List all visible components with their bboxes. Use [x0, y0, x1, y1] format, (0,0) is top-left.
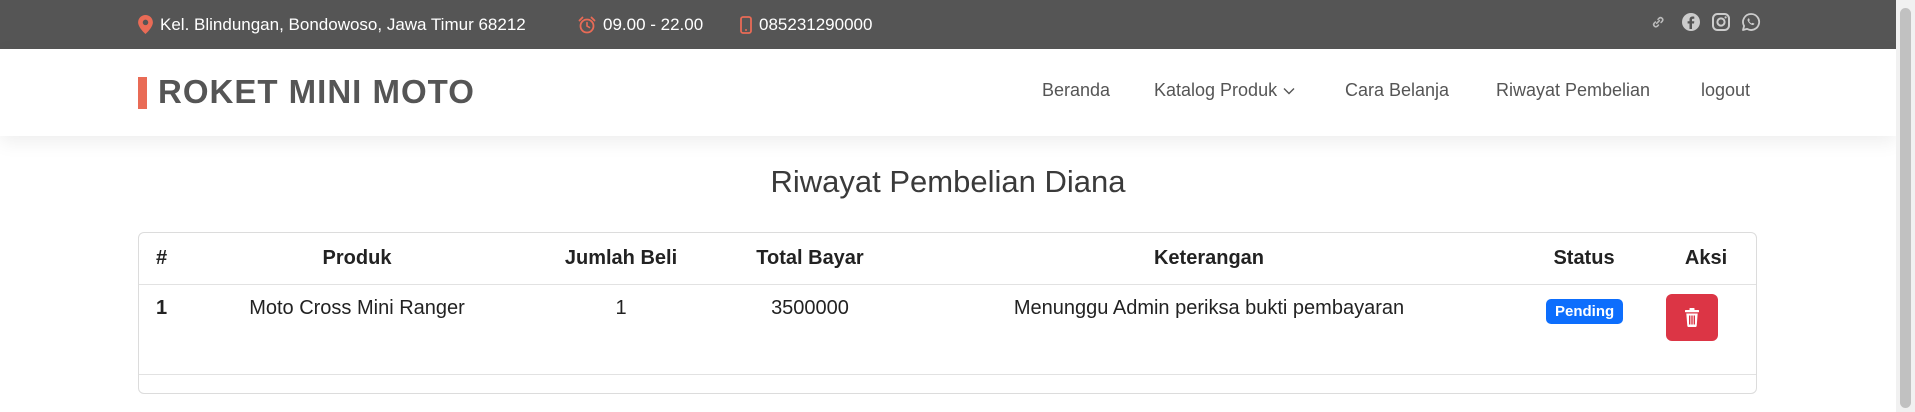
row-divider — [139, 374, 1756, 375]
column-header-jumlah-beli: Jumlah Beli — [564, 247, 678, 269]
address-text: Kel. Blindungan, Bondowoso, Jawa Timur 6… — [160, 14, 526, 34]
scrollbar-thumb[interactable] — [1900, 8, 1911, 408]
column-header-total-bayar: Total Bayar — [756, 247, 864, 269]
header-divider — [139, 284, 1756, 285]
purchase-history-table: # Produk Jumlah Beli Total Bayar Keteran… — [138, 232, 1757, 394]
column-header-number: # — [156, 247, 168, 269]
status-badge: Pending — [1546, 299, 1624, 324]
nav-label: logout — [1701, 80, 1751, 100]
phone-info: 085231290000 — [740, 0, 872, 49]
link-icon[interactable] — [1651, 14, 1667, 30]
nav-label: Riwayat Pembelian — [1496, 80, 1651, 100]
nav-label: Katalog Produk — [1154, 80, 1278, 100]
chevron-down-icon — [1283, 87, 1295, 94]
address-info: Kel. Blindungan, Bondowoso, Jawa Timur 6… — [138, 0, 526, 49]
hours-info: 09.00 - 22.00 — [578, 0, 703, 49]
social-links — [1651, 12, 1761, 32]
location-pin-icon — [138, 15, 153, 34]
cell-keterangan: Menunggu Admin periksa bukti pembayaran — [1013, 297, 1405, 319]
top-info-bar: Kel. Blindungan, Bondowoso, Jawa Timur 6… — [0, 0, 1896, 49]
logo-accent-bar — [138, 77, 147, 109]
trash-icon — [1685, 308, 1699, 327]
site-header: ROKET MINI MOTO Beranda Katalog Produk C… — [0, 49, 1896, 136]
column-header-keterangan: Keterangan — [1153, 247, 1265, 269]
column-header-aksi: Aksi — [1684, 247, 1728, 269]
column-header-status: Status — [1553, 247, 1615, 269]
cell-total-bayar: 3500000 — [771, 297, 849, 319]
site-logo[interactable]: ROKET MINI MOTO — [158, 73, 475, 111]
alarm-clock-icon — [578, 16, 596, 33]
cell-produk: Moto Cross Mini Ranger — [249, 297, 465, 319]
column-header-produk: Produk — [322, 247, 392, 269]
page-title: Riwayat Pembelian Diana — [770, 164, 1126, 199]
page-scrollbar[interactable] — [1896, 0, 1915, 412]
nav-item-riwayat-pembelian[interactable]: Riwayat Pembelian — [1496, 80, 1650, 101]
nav-label: Cara Belanja — [1345, 80, 1450, 100]
nav-item-beranda[interactable]: Beranda — [1042, 80, 1110, 101]
nav-item-logout[interactable]: logout — [1701, 80, 1750, 101]
facebook-icon[interactable] — [1681, 12, 1701, 32]
nav-item-cara-belanja[interactable]: Cara Belanja — [1345, 80, 1449, 101]
hours-text: 09.00 - 22.00 — [603, 14, 704, 34]
mobile-phone-icon — [740, 15, 752, 34]
delete-button[interactable] — [1666, 294, 1718, 341]
cell-number: 1 — [156, 297, 168, 319]
instagram-icon[interactable] — [1711, 12, 1731, 32]
phone-text: 085231290000 — [759, 14, 873, 34]
nav-label: Beranda — [1042, 80, 1111, 100]
cell-jumlah-beli: 1 — [615, 297, 627, 319]
nav-item-katalog-produk[interactable]: Katalog Produk — [1154, 80, 1295, 101]
whatsapp-icon[interactable] — [1741, 12, 1761, 32]
